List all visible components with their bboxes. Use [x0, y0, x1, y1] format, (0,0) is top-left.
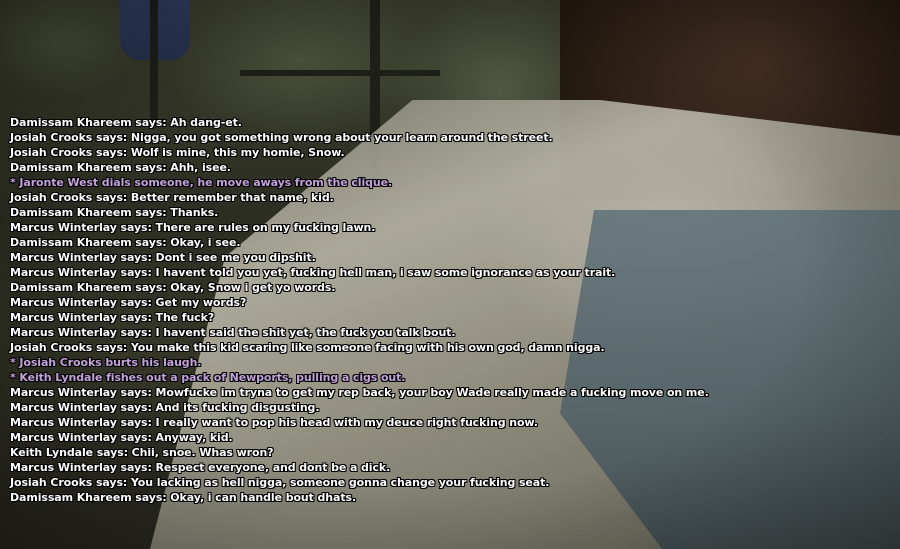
- chat-line-say: Marcus Winterlay says: I havent said the…: [10, 326, 456, 339]
- chat-line-say: Marcus Winterlay says: I really want to …: [10, 416, 538, 429]
- chat-line-action: * Jaronte West dials someone, he move aw…: [10, 176, 393, 189]
- chat-box: Damissam Khareem says: Ah dang-et. Josiah…: [10, 115, 890, 505]
- chat-line-say: Marcus Winterlay says: There are rules o…: [10, 221, 376, 234]
- chat-line-say: Marcus Winterlay says: Mowfucke im tryna…: [10, 386, 709, 399]
- chat-line-say: Marcus Winterlay says: Respect everyone,…: [10, 461, 391, 474]
- chat-line-say: Damissam Khareem says: Okay, Snow i get …: [10, 281, 336, 294]
- chat-line-say: Josiah Crooks says: Better remember that…: [10, 191, 334, 204]
- chat-line-say: Marcus Winterlay says: And its fucking d…: [10, 401, 320, 414]
- chat-line-say: Damissam Khareem says: Ahh, isee.: [10, 161, 231, 174]
- chat-line-action: * Josiah Crooks burts his laugh.: [10, 356, 202, 369]
- chat-line-say: Josiah Crooks says: You lacking as hell …: [10, 476, 550, 489]
- chat-line-say: Marcus Winterlay says: I havent told you…: [10, 266, 616, 279]
- chat-line-say: Josiah Crooks says: Nigga, you got somet…: [10, 131, 553, 144]
- chat-line-say: Marcus Winterlay says: Dont i see me you…: [10, 251, 316, 264]
- chat-line-say: Marcus Winterlay says: Anyway, kid.: [10, 431, 233, 444]
- chat-line-say: Damissam Khareem says: Ah dang-et.: [10, 116, 242, 129]
- chat-line-say: Keith Lyndale says: Chii, snoe. Whas wro…: [10, 446, 274, 459]
- chat-line-say: Damissam Khareem says: Okay, i can handl…: [10, 491, 357, 504]
- chat-line-action: * Keith Lyndale fishes out a pack of New…: [10, 371, 406, 384]
- chat-line-say: Marcus Winterlay says: The fuck?: [10, 311, 215, 324]
- chat-line-say: Marcus Winterlay says: Get my words?: [10, 296, 247, 309]
- chat-line-say: Damissam Khareem says: Okay, i see.: [10, 236, 241, 249]
- chat-line-say: Josiah Crooks says: You make this kid sc…: [10, 341, 605, 354]
- game-viewport: Damissam Khareem says: Ah dang-et. Josiah…: [0, 0, 900, 549]
- chat-line-say: Josiah Crooks says: Wolf is mine, this m…: [10, 146, 345, 159]
- chat-line-say: Damissam Khareem says: Thanks.: [10, 206, 219, 219]
